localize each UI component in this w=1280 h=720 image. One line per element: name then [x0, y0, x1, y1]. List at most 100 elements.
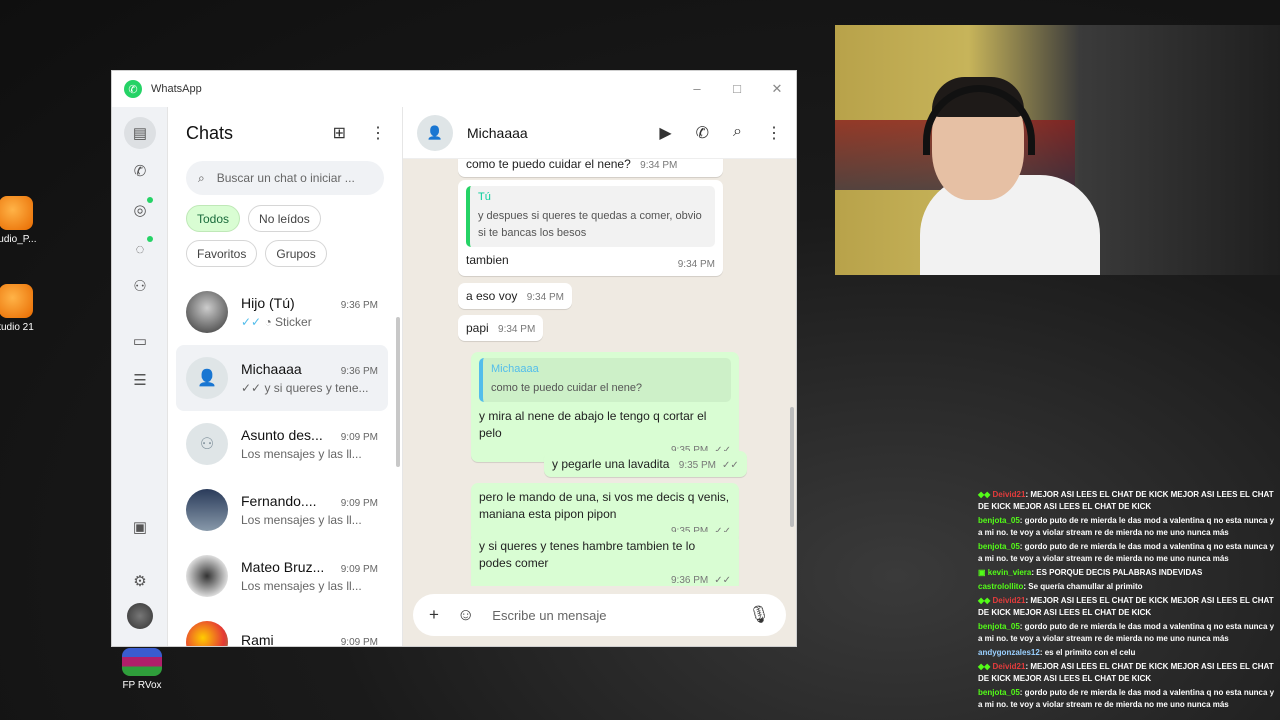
desktop-icon-label: tudio 21 [0, 322, 34, 333]
chat-message: ▣ kevin_viera: ES PORQUE DECIS PALABRAS … [978, 568, 1203, 577]
read-ticks-icon: ✓✓ [241, 315, 262, 329]
message-text: tambien [466, 253, 509, 267]
filter-favoritos[interactable]: Favoritos [186, 240, 258, 267]
fl-studio-icon [0, 284, 33, 318]
desktop-icon-fp-rvox[interactable]: FP RVox [112, 648, 172, 691]
chat-row[interactable]: Hijo (Tú) 9:36 PM ✓✓ ◔ Sticker [176, 279, 388, 345]
message-time: 9:35 PM [678, 460, 717, 471]
conversation-panel: 👤 Michaaaa ▶ ✆ ⌕ ⋮ como te puedo cuidar … [403, 107, 796, 646]
message-time: 9:34 PM [677, 259, 715, 270]
whatsapp-window: ✆ WhatsApp – □ ✕ ▤ ✆ ◎ ◌ ⚇ ▭ ☰ ▣ ⚙ Chats [111, 70, 797, 647]
chat-time: 9:09 PM [340, 432, 378, 443]
microphone-icon[interactable]: 🎙 [748, 605, 770, 625]
message-time: 9:34 PM [526, 292, 564, 303]
chat-rows: Hijo (Tú) 9:36 PM ✓✓ ◔ Sticker 👤 Michaaaa… [168, 279, 402, 646]
chat-row[interactable]: ⚇ Asunto des... 9:09 PM Los mensajes y la… [176, 411, 388, 477]
filter-no-leidos[interactable]: No leídos [248, 205, 321, 232]
close-button[interactable]: ✕ [770, 81, 784, 97]
chat-preview: Sticker [275, 315, 312, 329]
chat-name: Michaaaa [241, 361, 302, 377]
title-bar: ✆ WhatsApp – □ ✕ [112, 71, 796, 107]
conversation-scrollbar[interactable] [790, 407, 794, 527]
chat-preview: y si queres y tene... [264, 381, 369, 395]
message-composer[interactable]: + ☺ Escribe un mensaje 🎙 [413, 594, 786, 636]
chat-row[interactable]: Rami 9:09 PM [176, 609, 388, 646]
settings-icon[interactable]: ⚙ [124, 565, 156, 597]
calls-icon[interactable]: ✆ [124, 155, 156, 187]
message-outgoing: y pegarle una lavadita 9:35 PM ✓✓ [544, 451, 747, 477]
communities-icon[interactable]: ⚇ [124, 270, 156, 302]
nav-rail: ▤ ✆ ◎ ◌ ⚇ ▭ ☰ ▣ ⚙ [112, 107, 168, 646]
filter-todos[interactable]: Todos [186, 205, 241, 232]
kick-chat-overlay: ◆◆ Deivid21: MEJOR ASI LEES EL CHAT DE K… [978, 489, 1278, 713]
chat-name: Rami [241, 632, 274, 646]
chat-message: ◆◆ Deivid21: MEJOR ASI LEES EL CHAT DE K… [978, 662, 1274, 683]
fl-studio-icon [0, 196, 33, 230]
sent-ticks-icon: ✓✓ [714, 575, 731, 586]
quoted-message[interactable]: Tú y despues si queres te quedas a comer… [466, 186, 715, 247]
message-outgoing: y si queres y tenes hambre tambien te lo… [471, 532, 739, 586]
avatar [186, 555, 228, 597]
chat-list-scrollbar[interactable] [396, 317, 400, 467]
contact-avatar[interactable]: 👤 [417, 114, 453, 151]
profile-avatar[interactable] [127, 603, 153, 629]
avatar: 👤 [186, 357, 228, 399]
maximize-button[interactable]: □ [730, 81, 744, 97]
window-title: WhatsApp [151, 83, 202, 95]
chat-message: andygonzales12: es el primito con el cel… [978, 648, 1136, 657]
media-icon[interactable]: ▣ [124, 511, 156, 543]
quote-text: como te puedo cuidar el nene? [491, 382, 643, 394]
search-icon[interactable]: ⌕ [733, 123, 742, 143]
quoted-message[interactable]: Michaaaa como te puedo cuidar el nene? [479, 358, 731, 402]
message-text: a eso voy [466, 289, 518, 303]
message-outgoing: Michaaaa como te puedo cuidar el nene? y… [471, 352, 739, 462]
message-incoming: como te puedo cuidar el nene? 9:34 PM [458, 159, 723, 177]
chat-row[interactable]: 👤 Michaaaa 9:36 PM ✓✓ y si queres y tene.… [176, 345, 388, 411]
winrar-icon [122, 648, 162, 676]
menu-icon[interactable]: ⋮ [766, 123, 782, 143]
chat-preview: Los mensajes y las ll... [241, 579, 362, 593]
chat-row[interactable]: Fernando.... 9:09 PM Los mensajes y las l… [176, 477, 388, 543]
voice-call-icon[interactable]: ✆ [696, 123, 709, 143]
chats-title: Chats [186, 122, 234, 143]
sent-ticks-icon: ✓✓ [241, 381, 262, 395]
sticker-icon: ◔ [264, 315, 272, 329]
chat-preview: Los mensajes y las ll... [241, 513, 362, 527]
search-input[interactable]: ⌕ Buscar un chat o iniciar ... [186, 161, 384, 195]
archived-icon[interactable]: ▭ [124, 325, 156, 357]
message-incoming: a eso voy 9:34 PM [458, 283, 572, 309]
chat-message: castrolollito: Se quería chamullar al pr… [978, 582, 1143, 591]
chat-list-panel: Chats ⊞ ⋮ ⌕ Buscar un chat o iniciar ...… [168, 107, 403, 646]
desktop-icon-fl-studio-1[interactable]: tudio_P... [0, 196, 46, 245]
chat-message: benjota_05: gordo puto de re mierda le d… [978, 542, 1275, 563]
quote-author: Michaaaa [491, 363, 539, 375]
channels-icon[interactable]: ◌ [124, 233, 156, 265]
message-list: como te puedo cuidar el nene? 9:34 PM Tú… [403, 159, 786, 586]
status-icon[interactable]: ◎ [124, 194, 156, 226]
chats-icon[interactable]: ▤ [124, 117, 156, 149]
group-avatar: ⚇ [186, 423, 228, 465]
chat-name: Fernando.... [241, 493, 317, 509]
chat-message: ◆◆ Deivid21: MEJOR ASI LEES EL CHAT DE K… [978, 490, 1274, 511]
new-chat-icon[interactable]: ⊞ [333, 123, 346, 143]
chat-time: 9:36 PM [340, 366, 378, 377]
minimize-button[interactable]: – [690, 81, 704, 97]
filter-grupos[interactable]: Grupos [265, 240, 327, 267]
message-time: 9:36 PM [670, 575, 709, 586]
lists-icon[interactable]: ☰ [124, 364, 156, 396]
chat-message: benjota_05: gordo puto de re mierda le d… [978, 688, 1275, 709]
quote-author: Tú [478, 191, 491, 203]
video-call-icon[interactable]: ▶ [659, 123, 671, 143]
whatsapp-logo-icon: ✆ [124, 80, 142, 98]
chat-row[interactable]: Mateo Bruz... 9:09 PM Los mensajes y las … [176, 543, 388, 609]
message-text: como te puedo cuidar el nene? [466, 159, 631, 171]
menu-icon[interactable]: ⋮ [370, 123, 386, 143]
message-time: 9:34 PM [640, 160, 678, 171]
desktop-icon-fl-studio-2[interactable]: tudio 21 [0, 284, 46, 333]
message-input[interactable]: Escribe un mensaje [492, 608, 606, 623]
contact-name[interactable]: Michaaaa [467, 125, 528, 141]
desktop-icon-label: FP RVox [122, 680, 162, 691]
attach-plus-icon[interactable]: + [429, 605, 439, 625]
emoji-icon[interactable]: ☺ [457, 605, 474, 625]
chat-name: Asunto des... [241, 427, 323, 443]
